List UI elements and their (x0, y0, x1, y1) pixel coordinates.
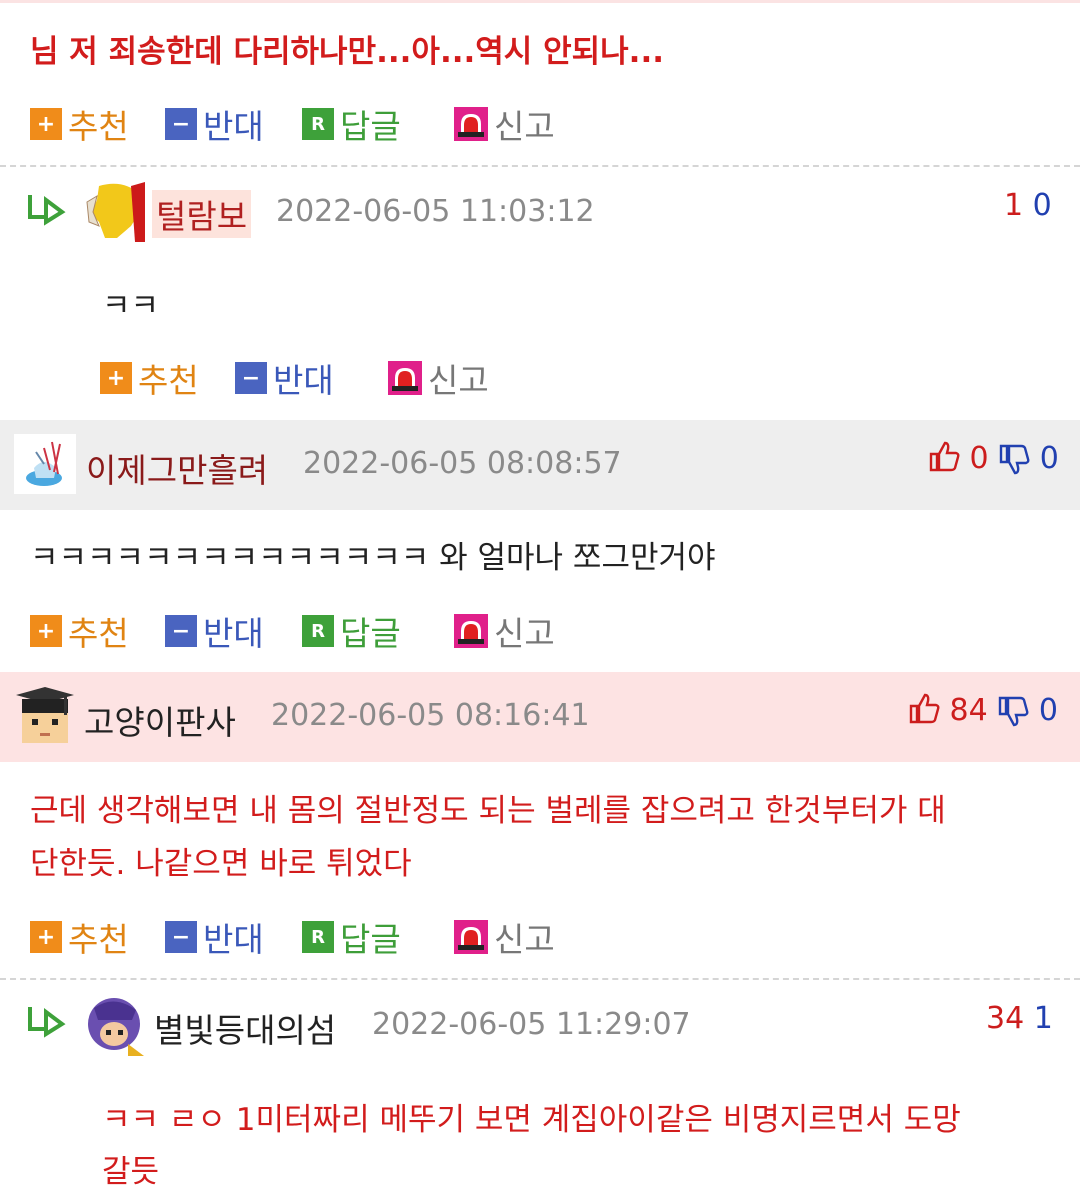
avatar (14, 434, 76, 494)
comment-date: 2022-06-05 11:29:07 (372, 1007, 691, 1042)
recommend-label: 추천 (68, 614, 129, 653)
avatar (14, 685, 76, 747)
plus-square-icon: + (100, 362, 132, 394)
reply-button[interactable]: R 답글 (302, 917, 401, 959)
comment-body-line: ㅋㅋ ㄹㅇ 1미터짜리 메뚜기 보면 계집아이같은 비명지르면서 도망 (102, 1102, 961, 1138)
comment-body: 님 저 죄송한데 다리하나만...아...역시 안되나... (30, 34, 664, 70)
comment-actions: + 추천 − 반대 R 답글 신고 (30, 917, 630, 959)
comment-divider (0, 165, 1080, 167)
comment-body-line: 단한듯. 나같으면 바로 튀었다 (30, 846, 412, 882)
vote-down-count: 0 (1038, 693, 1058, 728)
vote-counts: 84 0 (908, 692, 1058, 728)
reply-arrow-icon (28, 195, 66, 226)
plus-square-icon: + (30, 615, 62, 647)
thumbs-down-icon (999, 444, 1030, 475)
plus-square-icon: + (30, 108, 62, 140)
vote-up-count: 34 (986, 1001, 1025, 1036)
reply-arrow-icon (28, 1007, 66, 1038)
alarm-siren-icon (454, 920, 488, 954)
comment-body-line: 근데 생각해보면 내 몸의 절반정도 되는 벌레를 잡으려고 한것부터가 대 (30, 793, 946, 829)
oppose-label: 반대 (203, 920, 264, 959)
report-button[interactable]: 신고 (454, 917, 555, 959)
vote-up-count: 84 (949, 693, 988, 728)
vote-counts: 34 1 (986, 1001, 1053, 1036)
oppose-label: 반대 (273, 361, 334, 400)
plus-square-icon: + (30, 921, 62, 953)
alarm-siren-icon (454, 107, 488, 141)
author-nickname[interactable]: 털람보 (152, 190, 252, 238)
vote-down-count: 0 (1039, 441, 1059, 476)
vote-counts: 0 0 (928, 440, 1059, 476)
oppose-label: 반대 (203, 107, 264, 146)
oppose-button[interactable]: − 반대 (165, 917, 264, 959)
reply-label: 답글 (340, 614, 401, 653)
minus-square-icon: − (165, 921, 197, 953)
oppose-label: 반대 (203, 614, 264, 653)
report-label: 신고 (494, 107, 555, 146)
author-nickname[interactable]: 별빛등대의섬 (154, 1004, 336, 1052)
comment-actions: + 추천 − 반대 R 답글 신고 (30, 104, 630, 146)
comment-actions: + 추천 − 반대 신고 (100, 358, 550, 400)
comment-body: ㅋㅋ (102, 288, 160, 324)
recommend-button[interactable]: + 추천 (100, 358, 199, 400)
oppose-button[interactable]: − 반대 (165, 104, 264, 146)
vote-up-count: 1 (1004, 188, 1024, 223)
recommend-button[interactable]: + 추천 (30, 104, 129, 146)
alarm-siren-icon (388, 361, 422, 395)
recommend-label: 추천 (68, 920, 129, 959)
vote-down-count: 1 (1033, 1001, 1053, 1036)
thumbs-up-icon (909, 693, 940, 724)
avatar (84, 994, 146, 1056)
report-button[interactable]: 신고 (454, 104, 555, 146)
comment-actions: + 추천 − 반대 R 답글 신고 (30, 611, 630, 653)
minus-square-icon: − (235, 362, 267, 394)
reply-r-icon: R (302, 615, 334, 647)
vote-up-count: 0 (969, 441, 989, 476)
reply-r-icon: R (302, 921, 334, 953)
top-divider (0, 0, 1080, 3)
comment-body-line: 갈듯 (102, 1154, 160, 1190)
avatar (83, 182, 145, 242)
recommend-label: 추천 (138, 361, 199, 400)
comment-date: 2022-06-05 08:16:41 (271, 698, 590, 733)
reply-button[interactable]: R 답글 (302, 611, 401, 653)
thumbs-down-icon (999, 696, 1029, 727)
oppose-button[interactable]: − 반대 (235, 358, 334, 400)
comment-date: 2022-06-05 11:03:12 (276, 194, 595, 229)
minus-square-icon: − (165, 615, 197, 647)
comment-divider (0, 978, 1080, 980)
vote-down-count: 0 (1032, 188, 1052, 223)
recommend-label: 추천 (68, 107, 129, 146)
report-button[interactable]: 신고 (454, 611, 555, 653)
thumbs-up-icon (929, 441, 960, 472)
reply-label: 답글 (340, 107, 401, 146)
reply-r-icon: R (302, 108, 334, 140)
recommend-button[interactable]: + 추천 (30, 917, 129, 959)
recommend-button[interactable]: + 추천 (30, 611, 129, 653)
report-label: 신고 (494, 920, 555, 959)
report-label: 신고 (428, 361, 489, 400)
author-nickname[interactable]: 고양이판사 (84, 696, 236, 744)
minus-square-icon: − (165, 108, 197, 140)
vote-counts: 1 0 (1004, 188, 1052, 223)
alarm-siren-icon (454, 614, 488, 648)
oppose-button[interactable]: − 반대 (165, 611, 264, 653)
comment-date: 2022-06-05 08:08:57 (303, 446, 622, 481)
report-button[interactable]: 신고 (388, 358, 489, 400)
author-nickname[interactable]: 이제그만흘려 (86, 444, 268, 492)
reply-button[interactable]: R 답글 (302, 104, 401, 146)
report-label: 신고 (494, 614, 555, 653)
reply-label: 답글 (340, 920, 401, 959)
comment-body: ㅋㅋㅋㅋㅋㅋㅋㅋㅋㅋㅋㅋㅋㅋ 와 얼마나 쪼그만거야 (30, 540, 716, 576)
